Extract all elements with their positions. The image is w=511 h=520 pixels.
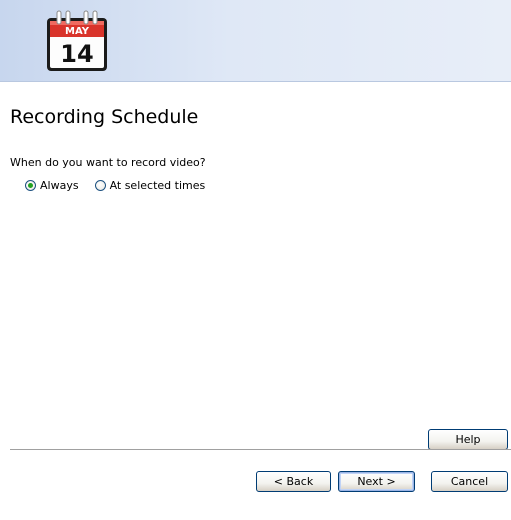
calendar-icon: MAY 14 (47, 10, 107, 71)
radio-always-button[interactable] (25, 179, 36, 191)
record-mode-radio-group: Always At selected times (25, 177, 205, 193)
radio-at-selected-times[interactable]: At selected times (94, 179, 206, 192)
radio-always[interactable]: Always (25, 179, 79, 192)
question-label: When do you want to record video? (10, 156, 206, 169)
next-button[interactable]: Next > (338, 471, 415, 492)
cancel-button[interactable]: Cancel (431, 471, 508, 492)
divider (10, 449, 511, 451)
header-banner: MAY 14 (0, 0, 511, 82)
wizard-page: MAY 14 Recording Schedule When do you wa… (0, 0, 511, 520)
calendar-month: MAY (65, 26, 90, 37)
radio-at-selected-times-button[interactable] (94, 179, 106, 191)
help-button[interactable]: Help (428, 429, 508, 450)
radio-at-selected-times-label[interactable]: At selected times (110, 179, 206, 192)
page-title: Recording Schedule (10, 106, 199, 128)
radio-always-label[interactable]: Always (40, 179, 79, 192)
back-button[interactable]: < Back (256, 471, 331, 492)
calendar-day: 14 (60, 40, 93, 68)
